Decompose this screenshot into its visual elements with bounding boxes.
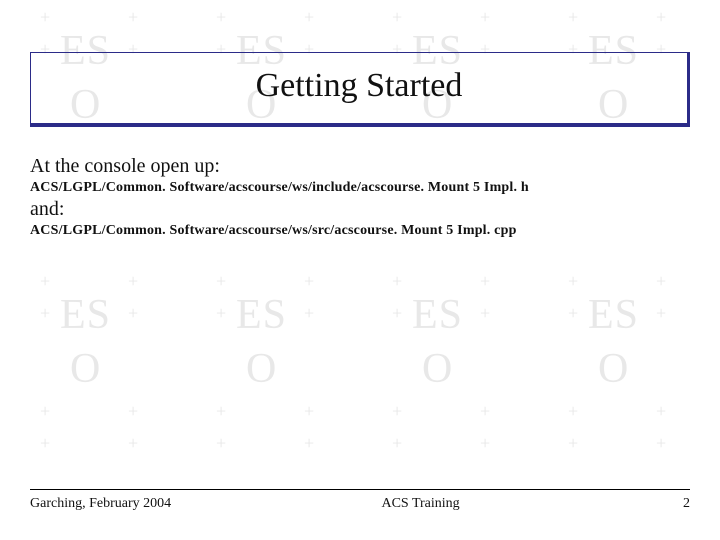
body-path-1: ACS/LGPL/Common. Software/acscourse/ws/i…	[30, 180, 690, 196]
body-line-2: and:	[30, 198, 690, 221]
body-path-2: ACS/LGPL/Common. Software/acscourse/ws/s…	[30, 223, 690, 239]
slide: Getting Started At the console open up: …	[0, 0, 720, 540]
footer-page-number: 2	[670, 496, 690, 512]
footer-center: ACS Training	[171, 496, 670, 512]
title-box: Getting Started	[30, 52, 690, 127]
slide-footer: Garching, February 2004 ACS Training 2	[30, 489, 690, 512]
body-line-1: At the console open up:	[30, 155, 690, 178]
slide-title: Getting Started	[256, 67, 463, 104]
slide-body: At the console open up: ACS/LGPL/Common.…	[30, 155, 690, 239]
footer-left: Garching, February 2004	[30, 496, 171, 512]
